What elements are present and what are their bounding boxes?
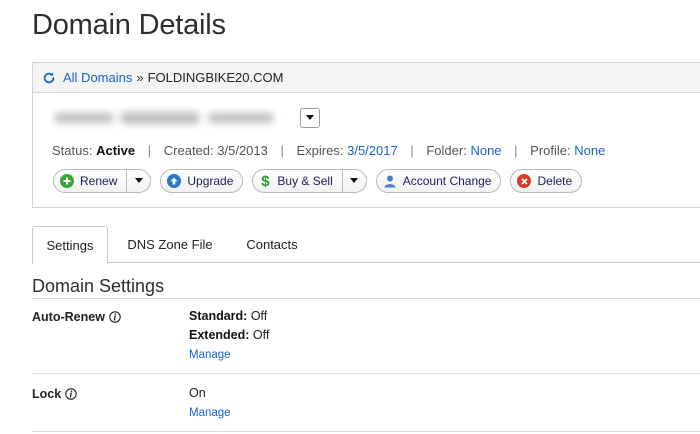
separator: | [410,143,414,158]
breadcrumb: All Domains » FOLDINGBIKE20.COM [33,63,700,93]
lock-value: On [189,386,206,400]
auto-renew-values: Standard: Off Extended: Off Manage [189,307,269,365]
info-icon[interactable] [65,388,77,400]
created-label: Created: [163,143,214,158]
standard-label: Standard: [189,309,248,323]
delete-button[interactable]: Delete [510,169,583,193]
buy-sell-button[interactable]: $ Buy & Sell [253,170,341,192]
status-label: Status: [52,143,93,158]
auto-renew-manage-link[interactable]: Manage [189,349,231,361]
user-icon [383,174,397,188]
divider [32,373,700,374]
breadcrumb-separator: » [136,70,144,85]
all-domains-link[interactable]: All Domains [63,70,132,85]
renew-label: Renew [80,174,118,188]
created-value: 3/5/2013 [217,143,268,158]
folder-link[interactable]: None [470,143,501,158]
domain-status-line: Status: Active | Created: 3/5/2013 | Exp… [52,143,605,158]
domain-summary-panel: All Domains » FOLDINGBIKE20.COM Status: … [32,62,700,208]
lock-label-group: Lock [32,387,77,401]
buy-sell-dropdown-button[interactable] [341,170,366,192]
lock-label: Lock [32,387,62,401]
plus-circle-icon [60,174,74,188]
divider [32,431,700,432]
tab-settings[interactable]: Settings [32,226,108,264]
chevron-down-icon [350,178,359,183]
standard-value: Off [250,309,268,323]
account-change-button[interactable]: Account Change [375,169,502,193]
section-title: Domain Settings [32,276,165,296]
auto-renew-label-group: Auto-Renew [32,310,121,324]
extended-value: Off [252,328,270,342]
account-change-label: Account Change [402,174,492,188]
breadcrumb-current: FOLDINGBIKE20.COM [147,70,284,85]
page-title: Domain Details [32,9,226,41]
divider [32,298,700,299]
renew-button[interactable]: Renew [54,170,126,192]
upgrade-button[interactable]: Upgrade [160,169,244,193]
separator: | [514,143,518,158]
tab-contacts[interactable]: Contacts [234,226,310,263]
lock-manage-link[interactable]: Manage [189,407,231,419]
renew-split-button: Renew [53,169,152,193]
refresh-icon[interactable] [42,71,56,85]
domain-dropdown-button[interactable] [300,108,320,128]
expires-label: Expires: [296,143,344,158]
delete-label: Delete [537,174,573,188]
upgrade-label: Upgrade [187,174,234,188]
extended-label: Extended: [189,328,250,342]
domain-name-blurred [48,105,284,131]
chevron-down-icon [306,115,314,120]
folder-label: Folder: [426,143,467,158]
tab-dns-zone-file[interactable]: DNS Zone File [120,226,220,263]
profile-label: Profile: [530,143,571,158]
separator: | [147,143,152,158]
tab-bar: Settings DNS Zone File Contacts [32,226,700,264]
chevron-down-icon [134,178,143,183]
buy-sell-split-button: $ Buy & Sell [252,169,367,193]
auto-renew-label: Auto-Renew [32,310,105,324]
status-value: Active [96,143,136,158]
separator: | [280,143,284,158]
expires-link[interactable]: 3/5/2017 [347,143,398,158]
dollar-icon: $ [261,172,270,190]
x-circle-icon [517,174,532,188]
info-icon[interactable] [109,311,121,323]
buy-sell-label: Buy & Sell [277,174,333,188]
lock-values: On Manage [189,384,231,423]
renew-dropdown-button[interactable] [126,170,150,192]
profile-link[interactable]: None [574,143,605,158]
upgrade-arrow-icon [167,174,182,188]
